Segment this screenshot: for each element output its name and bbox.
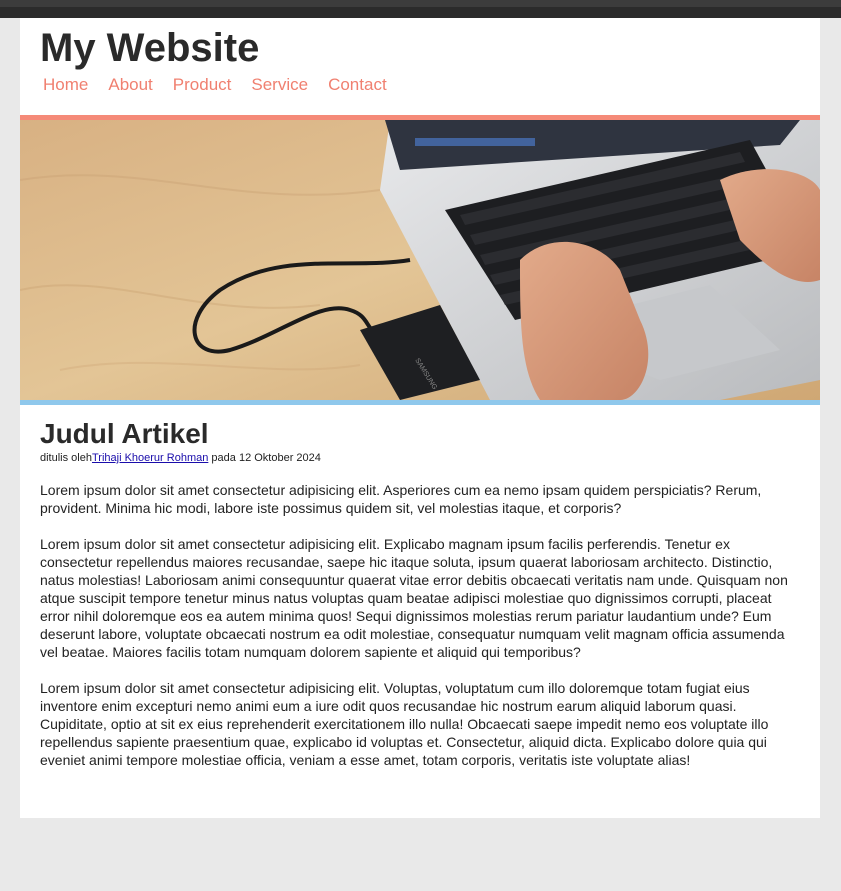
article-body: Lorem ipsum dolor sit amet consectetur a… bbox=[40, 481, 800, 769]
page-container: My Website Home About Product Service Co… bbox=[20, 18, 820, 818]
article-title: Judul Artikel bbox=[40, 418, 209, 449]
hero-image: SAMSUNG bbox=[20, 120, 820, 400]
nav-about-link[interactable]: About bbox=[108, 75, 152, 95]
article-paragraph: Lorem ipsum dolor sit amet consectetur a… bbox=[40, 536, 788, 660]
author-link[interactable]: Trihaji Khoerur Rohman bbox=[92, 452, 208, 464]
nav-home-link[interactable]: Home bbox=[43, 75, 88, 95]
browser-top-bar bbox=[0, 0, 841, 18]
article-paragraph: Lorem ipsum dolor sit amet consectetur a… bbox=[40, 680, 769, 768]
article-paragraph: Lorem ipsum dolor sit amet consectetur a… bbox=[40, 482, 762, 516]
site-title: My Website bbox=[40, 26, 260, 70]
byline-mid: pada bbox=[208, 452, 239, 464]
site-header: My Website Home About Product Service Co… bbox=[20, 18, 820, 115]
nav-contact-link[interactable]: Contact bbox=[328, 75, 387, 95]
nav-product-link[interactable]: Product bbox=[173, 75, 232, 95]
main-nav: Home About Product Service Contact bbox=[43, 75, 387, 95]
hero-illustration: SAMSUNG bbox=[20, 120, 820, 400]
nav-service-link[interactable]: Service bbox=[251, 75, 308, 95]
article-byline: ditulis olehTrihaji Khoerur Rohman pada … bbox=[40, 451, 800, 465]
byline-prefix: ditulis oleh bbox=[40, 452, 92, 464]
article: Judul Artikel ditulis olehTrihaji Khoeru… bbox=[20, 405, 820, 769]
publish-date: 12 Oktober 2024 bbox=[238, 452, 321, 464]
